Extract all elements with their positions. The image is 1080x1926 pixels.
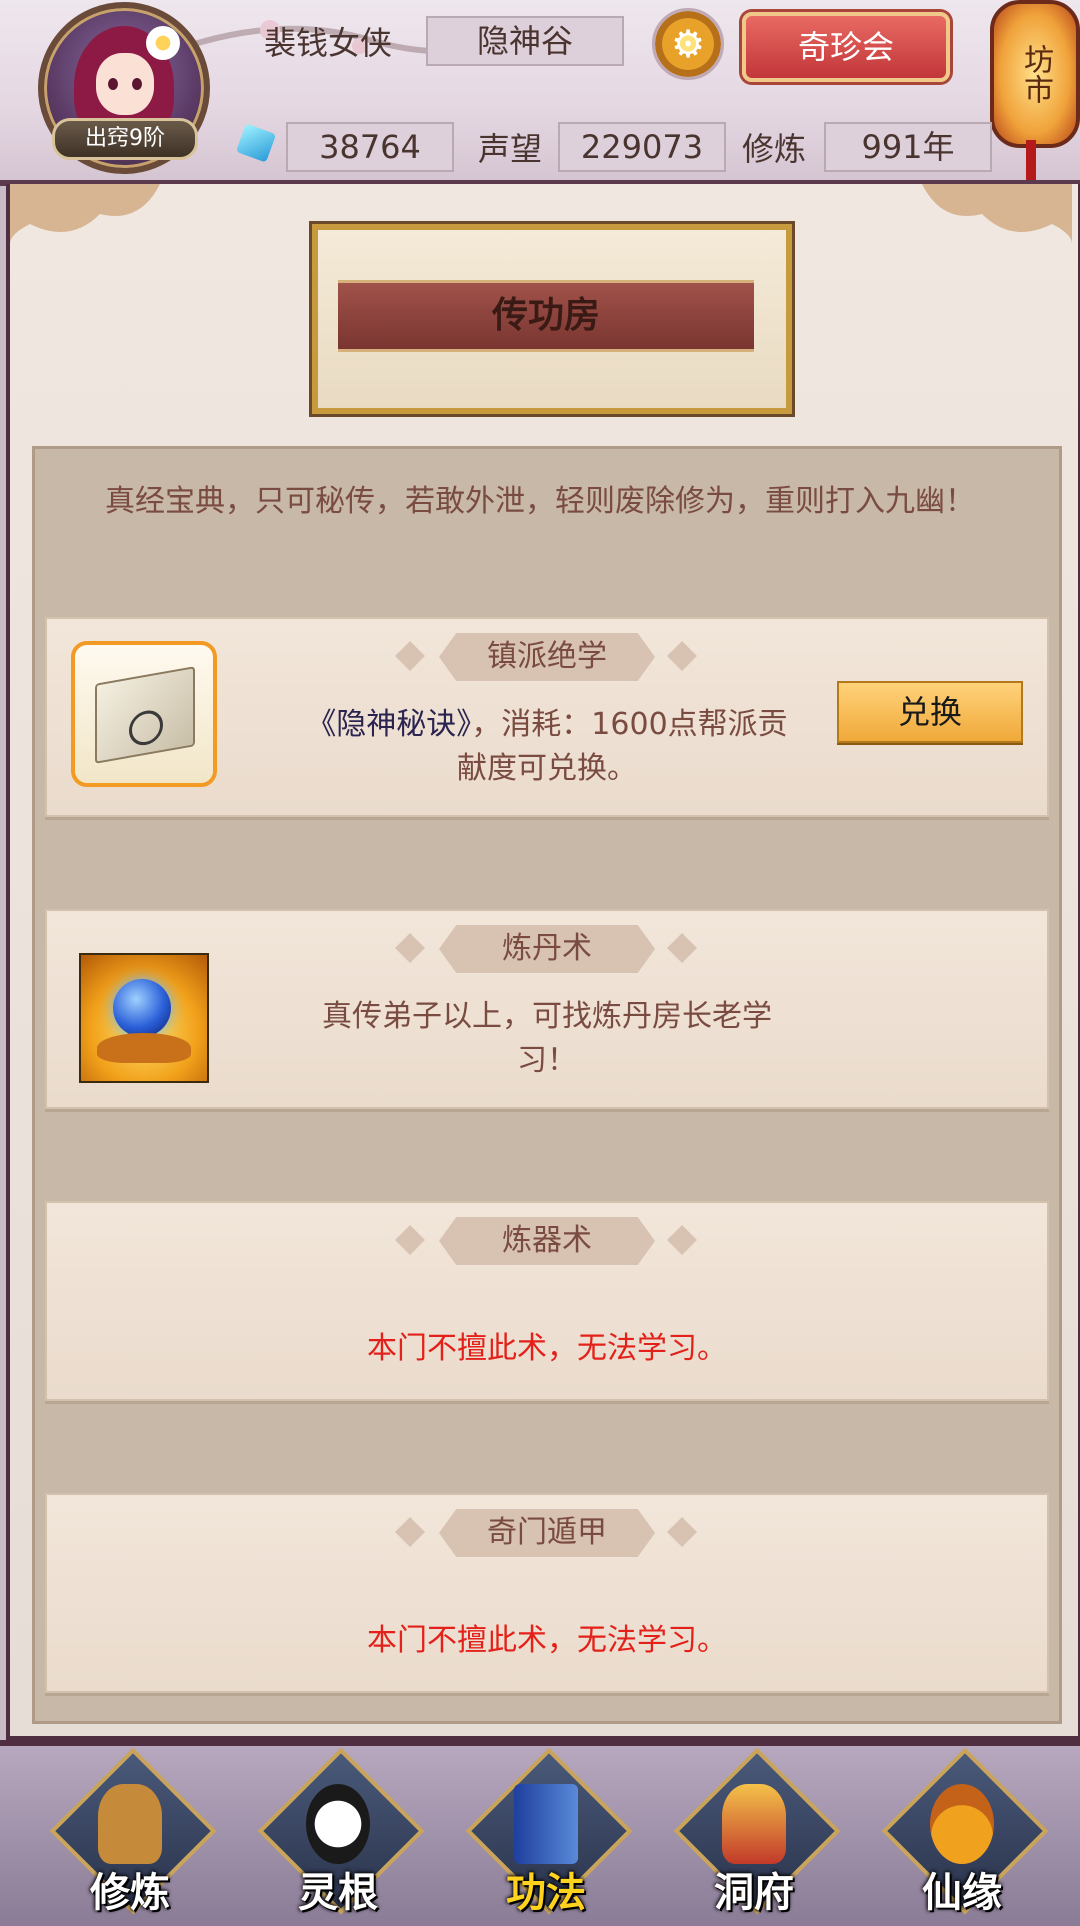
main-panel: 传功房 真经宝典，只可秘传，若敢外泄，轻则废除修为，重则打入九幽！ 镇派绝学 《… — [6, 184, 1080, 1740]
card-title: 镇派绝学 — [439, 633, 655, 681]
spirit-stone-icon — [235, 123, 277, 163]
reputation-value: 229073 — [558, 122, 726, 172]
cultivation-value: 991年 — [824, 122, 992, 172]
lantern-tassel — [1026, 140, 1036, 180]
title-ornament-right — [667, 1225, 697, 1255]
title-ornament-left — [395, 1225, 425, 1255]
alchemy-orb-item[interactable] — [79, 953, 209, 1083]
avatar-eye — [132, 78, 142, 90]
skill-card-signature: 镇派绝学 《隐神秘诀》，消耗：1600点帮派贡献度可兑换。 兑换 — [45, 617, 1049, 817]
book-icon — [514, 1784, 578, 1864]
skill-card-forging: 炼器术 本门不擅此术，无法学习。 — [45, 1201, 1049, 1401]
card-title: 炼器术 — [439, 1217, 655, 1265]
title-ornament-right — [667, 933, 697, 963]
nav-label: 修炼 — [90, 1870, 170, 1916]
card-title: 炼丹术 — [439, 925, 655, 973]
title-ornament-left — [395, 641, 425, 671]
nav-cave-dwelling[interactable]: 洞府 — [673, 1747, 841, 1916]
gourd-icon — [930, 1784, 994, 1864]
avatar-face — [96, 53, 154, 115]
bottom-navigation: 修炼 灵根 功法 洞府 仙缘 — [0, 1740, 1080, 1926]
reputation-label: 声望 — [478, 130, 543, 168]
nav-immortal-fate[interactable]: 仙缘 — [881, 1747, 1049, 1916]
pagoda-icon — [722, 1784, 786, 1864]
rank-badge: 出窍9阶 — [52, 118, 198, 160]
spirit-stone-count: 38764 — [286, 122, 454, 172]
title-ornament-right — [667, 641, 697, 671]
exchange-button[interactable]: 兑换 — [837, 681, 1023, 743]
card-description-text: ，消耗：1600点帮派贡献度可兑换。 — [457, 707, 788, 786]
avatar-eye — [108, 78, 118, 90]
sword-yinyang-icon — [306, 1784, 370, 1864]
shop-button[interactable]: 奇珍会 — [742, 12, 950, 82]
secret-book-item[interactable] — [71, 641, 217, 787]
book-emblem-icon — [129, 707, 163, 748]
page-title-text: 传功房 — [491, 295, 600, 336]
hand-icon — [97, 1033, 191, 1063]
open-book-icon — [95, 666, 195, 764]
blue-orb-icon — [113, 979, 171, 1037]
nav-label-active: 功法 — [506, 1870, 586, 1916]
nav-spirit-root[interactable]: 灵根 — [257, 1747, 425, 1916]
sect-name: 隐神谷 — [426, 16, 624, 66]
nav-label: 仙缘 — [922, 1870, 1002, 1916]
unavailable-warning: 本门不擅此术，无法学习。 — [367, 1331, 727, 1366]
cloud-decoration-left — [10, 184, 160, 244]
nav-cultivate[interactable]: 修炼 — [49, 1747, 217, 1916]
page-title: 传功房 — [338, 280, 754, 352]
card-description: 真传弟子以上，可找炼丹房长老学习！ — [322, 999, 772, 1078]
market-lantern-button[interactable]: 坊市 — [990, 0, 1080, 148]
skill-card-qimen: 奇门遁甲 本门不擅此术，无法学习。 — [45, 1493, 1049, 1693]
card-title: 奇门遁甲 — [439, 1509, 655, 1557]
title-ornament-left — [395, 1517, 425, 1547]
player-name: 裴钱女侠 — [264, 24, 393, 62]
nav-label: 洞府 — [714, 1870, 794, 1916]
intro-text: 真经宝典，只可秘传，若敢外泄，轻则废除修为，重则打入九幽！ — [105, 484, 975, 519]
card-description: 《隐神秘诀》，消耗：1600点帮派贡献度可兑换。 — [297, 703, 797, 791]
hooded-monk-icon — [98, 1784, 162, 1864]
top-bar: 出窍9阶 裴钱女侠 隐神谷 ⚙ 奇珍会 坊市 38764 声望 229073 修… — [0, 0, 1080, 186]
title-ornament-left — [395, 933, 425, 963]
title-ornament-right — [667, 1517, 697, 1547]
cloud-decoration-right — [922, 184, 1072, 244]
nav-label: 灵根 — [298, 1870, 378, 1916]
book-name: 《隐神秘诀》 — [306, 707, 472, 742]
unavailable-warning: 本门不擅此术，无法学习。 — [367, 1623, 727, 1658]
skill-card-alchemy: 炼丹术 真传弟子以上，可找炼丹房长老学习！ — [45, 909, 1049, 1109]
title-scroll: 传功房 — [312, 224, 792, 414]
content-area: 真经宝典，只可秘传，若敢外泄，轻则废除修为，重则打入九幽！ 镇派绝学 《隐神秘诀… — [32, 446, 1062, 1724]
cultivation-label: 修炼 — [742, 130, 807, 168]
nav-techniques[interactable]: 功法 — [465, 1747, 633, 1916]
hair-flower-icon — [146, 26, 180, 60]
settings-gear-icon[interactable]: ⚙ — [652, 8, 724, 80]
